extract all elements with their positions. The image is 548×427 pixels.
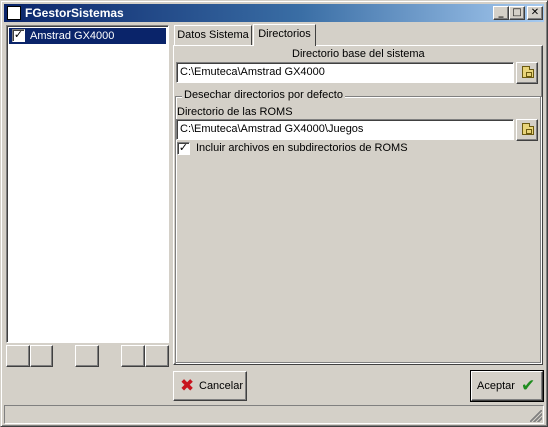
system-list[interactable]: ✓ Amstrad GX4000 — [6, 25, 169, 343]
include-subdirs-label[interactable]: Incluir archivos en subdirectorios de RO… — [196, 142, 408, 154]
list-toolbar-button-2[interactable] — [30, 345, 53, 367]
accept-button[interactable]: Aceptar ✔ — [470, 370, 544, 402]
list-toolbar-button-3[interactable] — [75, 345, 99, 367]
maximize-button[interactable]: □ — [509, 6, 525, 20]
minimize-button[interactable]: _ — [493, 6, 509, 20]
system-enabled-checkbox[interactable]: ✓ — [12, 29, 25, 42]
folder-icon — [522, 123, 534, 135]
close-button[interactable]: ✕ — [527, 6, 543, 20]
tab-label: Datos Sistema — [177, 29, 249, 41]
browse-base-dir-button[interactable] — [516, 62, 538, 84]
list-toolbar-button-5[interactable] — [145, 345, 169, 367]
title-bar[interactable]: FGestorSistemas _ □ ✕ — [4, 4, 544, 22]
list-toolbar-button-4[interactable] — [121, 345, 145, 367]
main-window: FGestorSistemas _ □ ✕ ✓ Amstrad GX4000 D… — [0, 0, 548, 427]
window-title: FGestorSistemas — [25, 6, 124, 20]
app-icon — [7, 6, 21, 20]
include-subdirs-checkbox[interactable]: ✓ — [177, 142, 190, 155]
tab-directorios[interactable]: Directorios — [253, 24, 316, 46]
list-toolbar-button-1[interactable] — [6, 345, 30, 367]
group-title: Desechar directorios por defecto — [182, 89, 345, 101]
tab-datos-sistema[interactable]: Datos Sistema — [174, 25, 252, 45]
tab-label: Directorios — [258, 28, 311, 40]
roms-dir-label: Directorio de las ROMS — [177, 106, 293, 118]
base-dir-label: Directorio base del sistema — [292, 48, 425, 60]
list-item[interactable]: ✓ Amstrad GX4000 — [9, 28, 166, 44]
accept-icon: ✔ — [521, 376, 536, 396]
cancel-label: Cancelar — [199, 380, 244, 392]
browse-roms-dir-button[interactable] — [516, 119, 538, 141]
resize-grip-icon[interactable] — [530, 410, 542, 422]
cancel-icon: ✖ — [180, 376, 195, 396]
base-dir-input[interactable]: C:\Emuteca\Amstrad GX4000 — [176, 62, 514, 83]
status-bar — [4, 405, 544, 424]
folder-icon — [522, 66, 534, 78]
cancel-button[interactable]: ✖ Cancelar — [173, 371, 247, 401]
system-name: Amstrad GX4000 — [30, 30, 115, 42]
accept-label: Aceptar — [477, 380, 515, 392]
roms-dir-input[interactable]: C:\Emuteca\Amstrad GX4000\Juegos — [176, 119, 514, 140]
